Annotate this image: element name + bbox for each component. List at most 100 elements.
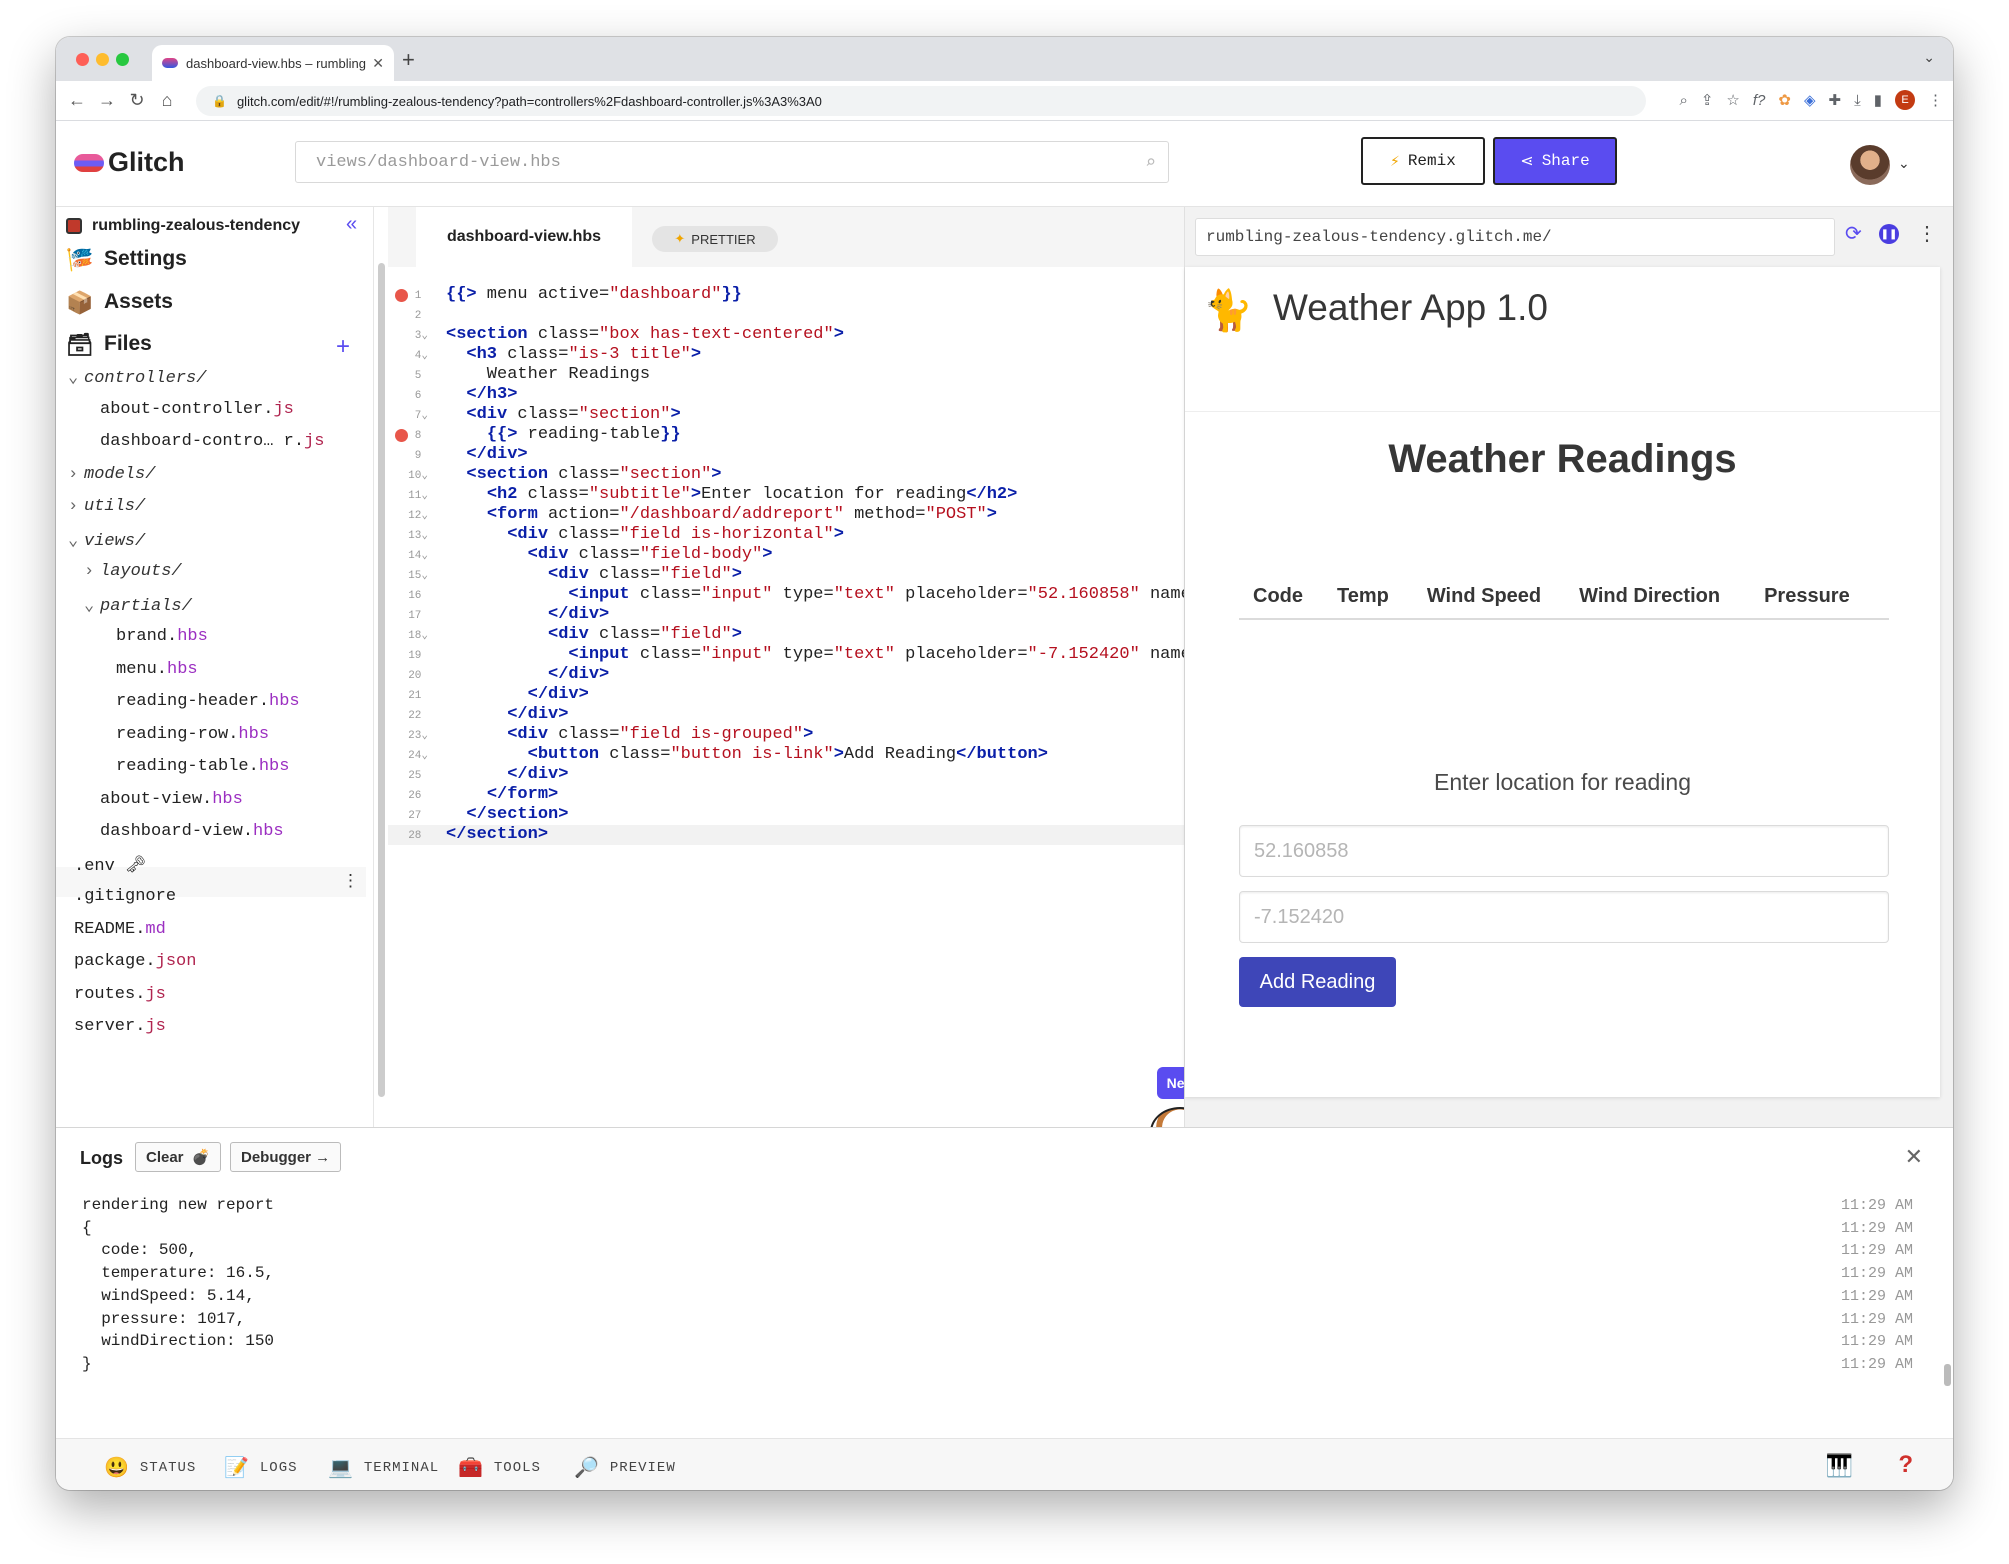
status-bar-logs-button[interactable]: 📝 LOGS [224, 1455, 298, 1481]
browser-tab[interactable]: dashboard-view.hbs – rumbling-zealous-te… [152, 45, 394, 81]
chevron-down-icon[interactable]: ⌄ [1898, 155, 1910, 172]
address-bar[interactable]: 🔒 glitch.com/edit/#!/rumbling-zealous-te… [196, 86, 1646, 116]
code-line[interactable]: 11⌄ <h2 class="subtitle">Enter location … [388, 485, 1194, 505]
glitch-logo[interactable]: Glitch [74, 147, 185, 178]
code-line[interactable]: 7⌄ <div class="section"> [388, 405, 1194, 425]
chevron-down-icon[interactable]: ⌄ [68, 367, 84, 388]
status-bar-terminal-button[interactable]: 💻 TERMINAL [328, 1455, 439, 1481]
code-line[interactable]: 28 </section> [388, 825, 1194, 845]
file-item[interactable]: dashboard-view.hbs [100, 822, 284, 841]
share-button[interactable]: ⋖ Share [1493, 137, 1617, 185]
preview-menu-icon[interactable]: ⋮ [1917, 221, 1937, 246]
file-item[interactable]: reading-row.hbs [116, 725, 269, 744]
code-line[interactable]: 1 {{> menu active="dashboard"}} [388, 285, 1194, 305]
remix-button[interactable]: ⚡ Remix [1361, 137, 1485, 185]
folder-item[interactable]: ⌄ controllers/ [68, 367, 206, 388]
close-logs-icon[interactable]: ✕ [1905, 1144, 1923, 1170]
code-line[interactable]: 14⌄ <div class="field-body"> [388, 545, 1194, 565]
new-tab-button[interactable]: + [402, 47, 415, 73]
sidebar-item-settings[interactable]: 🎏 Settings [66, 247, 187, 272]
file-item[interactable]: routes.js [74, 985, 166, 1004]
shield-extension-icon[interactable]: ◈ [1804, 91, 1816, 109]
file-item[interactable]: package.json [74, 952, 196, 971]
folder-item[interactable]: › utils/ [68, 497, 145, 516]
file-item[interactable]: dashboard-contro… r.js [100, 432, 324, 451]
status-bar-tools-button[interactable]: 🧰 TOOLS [458, 1455, 541, 1481]
code-line[interactable]: 18⌄ <div class="field"> [388, 625, 1194, 645]
sidepanel-icon[interactable]: ▮ [1874, 91, 1882, 109]
function-extension-icon[interactable]: f? [1753, 92, 1766, 109]
zoom-window-button[interactable] [116, 53, 129, 66]
chevron-down-icon[interactable]: ⌄ [84, 595, 100, 616]
forward-icon[interactable]: → [92, 90, 122, 111]
tab-search-icon[interactable]: ⌄ [1923, 49, 1935, 66]
download-icon[interactable]: ⤓ [1854, 92, 1861, 109]
close-window-button[interactable] [76, 53, 89, 66]
code-line[interactable]: 4⌄ <h3 class="is-3 title"> [388, 345, 1194, 365]
help-button[interactable]: ? [1898, 1451, 1913, 1479]
home-icon[interactable]: ⌂ [152, 90, 182, 111]
status-bar-status-button[interactable]: 😃 STATUS [104, 1455, 196, 1481]
pause-icon[interactable]: ❚❚ [1879, 224, 1899, 244]
color-extension-icon[interactable]: ✿ [1778, 91, 1791, 109]
add-reading-button[interactable]: Add Reading [1239, 957, 1396, 1007]
code-line[interactable]: 21 </div> [388, 685, 1194, 705]
chevron-down-icon[interactable]: ⌄ [68, 530, 84, 551]
project-name[interactable]: rumbling-zealous-tendency [66, 217, 300, 235]
bookmark-star-icon[interactable]: ☆ [1726, 91, 1739, 109]
file-item[interactable]: .env 🗝 [74, 855, 147, 876]
folder-item[interactable]: ⌄ views/ [68, 530, 145, 551]
code-line[interactable]: 5 Weather Readings [388, 365, 1194, 385]
code-line[interactable]: 22 </div> [388, 705, 1194, 725]
close-tab-icon[interactable]: ✕ [372, 55, 384, 72]
folder-item[interactable]: › layouts/ [84, 562, 182, 581]
reload-icon[interactable]: ↻ [122, 90, 152, 111]
puzzle-extensions-icon[interactable]: ✚ [1829, 91, 1842, 109]
code-line[interactable]: 25 </div> [388, 765, 1194, 785]
file-item[interactable]: menu.hbs [116, 660, 198, 679]
logs-scrollbar[interactable] [1944, 1364, 1951, 1386]
code-line[interactable]: 16 <input class="input" type="text" plac… [388, 585, 1194, 605]
file-item[interactable]: about-controller.js [100, 400, 294, 419]
zoom-icon[interactable]: ⌕ [1679, 92, 1687, 109]
keyboard-shortcuts-icon[interactable]: 🎹 [1826, 1453, 1853, 1479]
debugger-button[interactable]: Debugger → [230, 1142, 342, 1172]
code-line[interactable]: 20 </div> [388, 665, 1194, 685]
longitude-input[interactable] [1239, 891, 1889, 943]
code-line[interactable]: 9 </div> [388, 445, 1194, 465]
sidebar-scrollbar[interactable] [378, 263, 385, 1097]
code-line[interactable]: 23⌄ <div class="field is-grouped"> [388, 725, 1194, 745]
refresh-preview-icon[interactable]: ⟳ [1845, 221, 1862, 246]
file-options-icon[interactable]: ⋮ [342, 871, 359, 891]
code-line[interactable]: 15⌄ <div class="field"> [388, 565, 1194, 585]
code-line[interactable]: 10⌄ <section class="section"> [388, 465, 1194, 485]
file-item[interactable]: .gitignore [74, 887, 176, 906]
preview-url-input[interactable]: rumbling-zealous-tendency.glitch.me/ [1195, 218, 1835, 256]
profile-avatar[interactable]: E [1895, 90, 1915, 110]
browser-menu-icon[interactable]: ⋮ [1928, 91, 1943, 109]
share-page-icon[interactable]: ⇪ [1701, 91, 1714, 109]
code-line[interactable]: 13⌄ <div class="field is-horizontal"> [388, 525, 1194, 545]
minimize-window-button[interactable] [96, 53, 109, 66]
sidebar-item-files[interactable]: 🗃 Files [66, 332, 152, 357]
file-item[interactable]: README.md [74, 920, 166, 939]
code-line[interactable]: 19 <input class="input" type="text" plac… [388, 645, 1194, 665]
editor-tab-active[interactable]: dashboard-view.hbs [416, 207, 632, 267]
folder-item[interactable]: ⌄ partials/ [84, 595, 192, 616]
code-line[interactable]: 24⌄ <button class="button is-link">Add R… [388, 745, 1194, 765]
latitude-input[interactable] [1239, 825, 1889, 877]
folder-item[interactable]: › models/ [68, 465, 155, 484]
code-line[interactable]: 6 </h3> [388, 385, 1194, 405]
file-item[interactable]: reading-table.hbs [116, 757, 289, 776]
chevron-right-icon[interactable]: › [68, 497, 84, 516]
code-line[interactable]: 17 </div> [388, 605, 1194, 625]
file-item[interactable]: brand.hbs [116, 627, 208, 646]
user-avatar[interactable] [1850, 145, 1890, 185]
collapse-sidebar-icon[interactable]: « [346, 213, 357, 236]
chevron-right-icon[interactable]: › [68, 465, 84, 484]
clear-logs-button[interactable]: Clear 💣 [135, 1142, 222, 1172]
add-file-icon[interactable]: + [336, 333, 350, 361]
back-icon[interactable]: ← [62, 90, 92, 111]
code-line[interactable]: 12⌄ <form action="/dashboard/addreport" … [388, 505, 1194, 525]
code-line[interactable]: 8 {{> reading-table}} [388, 425, 1194, 445]
